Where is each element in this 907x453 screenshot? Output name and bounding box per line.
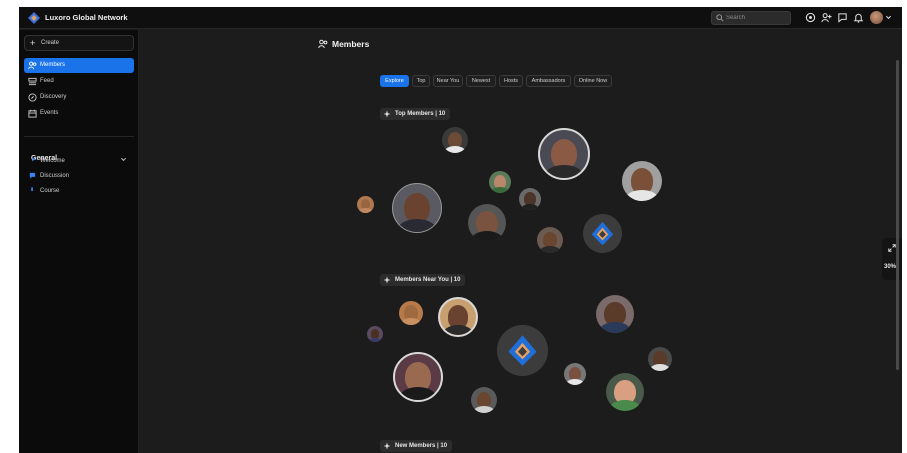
section-label: New Members | 10 xyxy=(395,443,448,449)
chat-bubble-icon xyxy=(29,172,36,179)
member-avatar[interactable] xyxy=(564,363,586,385)
search-box[interactable] xyxy=(711,11,791,25)
tab-newest[interactable]: Newest xyxy=(466,75,496,87)
channel-label: Welcome xyxy=(40,158,65,164)
globe-icon[interactable] xyxy=(805,12,816,23)
channel-course[interactable]: Course xyxy=(24,184,134,198)
member-avatar[interactable] xyxy=(442,127,468,153)
expand-icon[interactable] xyxy=(888,244,896,252)
members-icon xyxy=(28,61,37,70)
section-label: Members Near You | 10 xyxy=(395,277,461,283)
section-new-members: New Members | 10 xyxy=(380,440,453,452)
compass-icon xyxy=(28,93,37,102)
app-logo[interactable] xyxy=(27,11,41,25)
tab-ambassadors[interactable]: Ambassadors xyxy=(526,75,571,87)
search-input[interactable] xyxy=(726,12,788,24)
sidebar-item-events[interactable]: Events xyxy=(24,106,134,121)
member-avatar[interactable] xyxy=(367,326,383,342)
tab-hosts[interactable]: Hosts xyxy=(499,75,523,87)
member-avatar[interactable] xyxy=(468,204,506,242)
create-button[interactable]: + Create xyxy=(24,35,134,51)
section-top-members: Top Members | 10 xyxy=(380,108,451,120)
sparkle-icon xyxy=(384,276,391,284)
channel-label: Course xyxy=(40,188,60,194)
member-avatar[interactable] xyxy=(399,301,423,325)
member-avatar[interactable] xyxy=(438,297,478,337)
member-avatar[interactable] xyxy=(596,295,634,333)
main-content: Members Explore Top Near You Newest Host… xyxy=(140,30,902,453)
users-icon[interactable] xyxy=(821,12,832,23)
member-avatar[interactable] xyxy=(357,196,374,213)
channel-welcome[interactable]: Welcome xyxy=(24,154,134,168)
sparkle-icon xyxy=(384,110,391,118)
sidebar: + Create Members Feed Discovery Events G… xyxy=(19,30,139,453)
member-avatar[interactable] xyxy=(393,352,443,402)
create-label: Create xyxy=(41,40,60,46)
member-avatar[interactable] xyxy=(622,161,662,201)
chat-icon[interactable] xyxy=(837,12,848,23)
brand-logo-avatar[interactable] xyxy=(583,214,622,253)
feed-icon xyxy=(28,77,37,86)
zoom-level: 30% xyxy=(884,264,897,270)
search-icon xyxy=(716,14,724,22)
zoom-panel[interactable]: 30% xyxy=(882,238,902,280)
sidebar-item-feed[interactable]: Feed xyxy=(24,74,134,89)
member-avatar[interactable] xyxy=(606,373,644,411)
sidebar-item-label: Members xyxy=(40,62,66,68)
app-title: Luxoro Global Network xyxy=(45,13,128,22)
section-members-near-you: Members Near You | 10 xyxy=(380,274,466,286)
bell-icon[interactable] xyxy=(853,12,864,23)
member-avatar[interactable] xyxy=(471,387,497,413)
tab-near-you[interactable]: Near You xyxy=(433,75,463,87)
scrollbar[interactable] xyxy=(896,60,899,370)
chevron-down-icon[interactable] xyxy=(885,14,892,21)
sidebar-item-label: Discovery xyxy=(40,94,67,100)
member-avatar[interactable] xyxy=(537,227,563,253)
tab-online-now[interactable]: Online Now xyxy=(574,75,612,87)
rocket-icon xyxy=(29,157,36,164)
channel-discussion[interactable]: Discussion xyxy=(24,169,134,183)
sidebar-item-label: Events xyxy=(40,110,59,116)
book-icon xyxy=(31,187,33,191)
member-avatar[interactable] xyxy=(519,188,541,210)
sidebar-item-members[interactable]: Members xyxy=(24,58,134,73)
top-bar: Luxoro Global Network xyxy=(19,7,902,29)
page-title: Members xyxy=(318,39,369,49)
member-avatar[interactable] xyxy=(538,128,590,180)
sidebar-divider xyxy=(24,136,134,137)
member-avatar[interactable] xyxy=(392,183,442,233)
members-icon xyxy=(318,39,328,49)
section-label: Top Members | 10 xyxy=(395,111,446,117)
member-avatar[interactable] xyxy=(648,347,672,371)
app-window: Luxoro Global Network Search + Create Me… xyxy=(19,7,902,453)
sidebar-item-label: Feed xyxy=(40,78,54,84)
calendar-icon xyxy=(28,109,37,118)
plus-icon: + xyxy=(30,38,36,48)
tab-top[interactable]: Top xyxy=(412,75,430,87)
tab-explore[interactable]: Explore xyxy=(380,75,409,87)
brand-logo-avatar[interactable] xyxy=(497,325,548,376)
channel-label: Discussion xyxy=(40,173,70,179)
sparkle-icon xyxy=(384,442,391,450)
avatar[interactable] xyxy=(870,11,883,24)
page-title-label: Members xyxy=(332,39,370,49)
member-avatar[interactable] xyxy=(489,171,511,193)
sidebar-item-discovery[interactable]: Discovery xyxy=(24,90,134,105)
